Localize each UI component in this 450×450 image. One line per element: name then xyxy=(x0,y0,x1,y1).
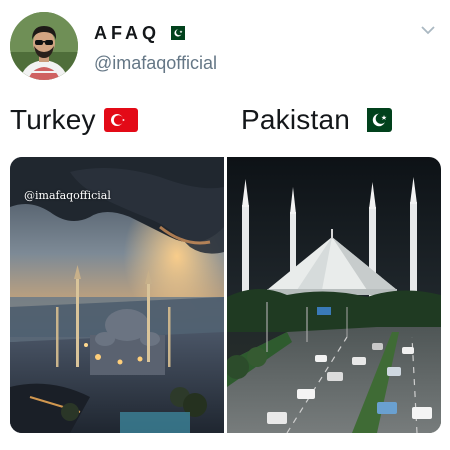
chevron-down-icon[interactable] xyxy=(420,24,436,36)
label-pakistan: Pakistan xyxy=(241,103,392,137)
display-name[interactable]: AFAQ xyxy=(94,23,160,44)
media-grid[interactable]: @imafaqofficial xyxy=(10,157,441,433)
pakistan-flag-icon xyxy=(358,108,392,132)
label-turkey-text: Turkey xyxy=(10,104,96,135)
label-pakistan-text: Pakistan xyxy=(241,104,350,135)
user-handle[interactable]: @imafaqofficial xyxy=(94,53,217,74)
tweet-card: AFAQ @imafaqofficial Turkey Pakistan @im… xyxy=(0,0,450,450)
name-row: AFAQ xyxy=(94,20,186,46)
label-turkey: Turkey xyxy=(10,103,138,137)
profile-photo xyxy=(10,12,78,80)
islamabad-faisal-mosque-photo[interactable] xyxy=(227,157,441,433)
turkey-flag-icon xyxy=(103,108,138,132)
istanbul-mosque-photo[interactable]: @imafaqofficial xyxy=(10,157,224,433)
pakistan-flag-icon xyxy=(166,26,186,40)
watermark-text: @imafaqofficial xyxy=(24,189,111,202)
avatar[interactable] xyxy=(10,12,78,80)
